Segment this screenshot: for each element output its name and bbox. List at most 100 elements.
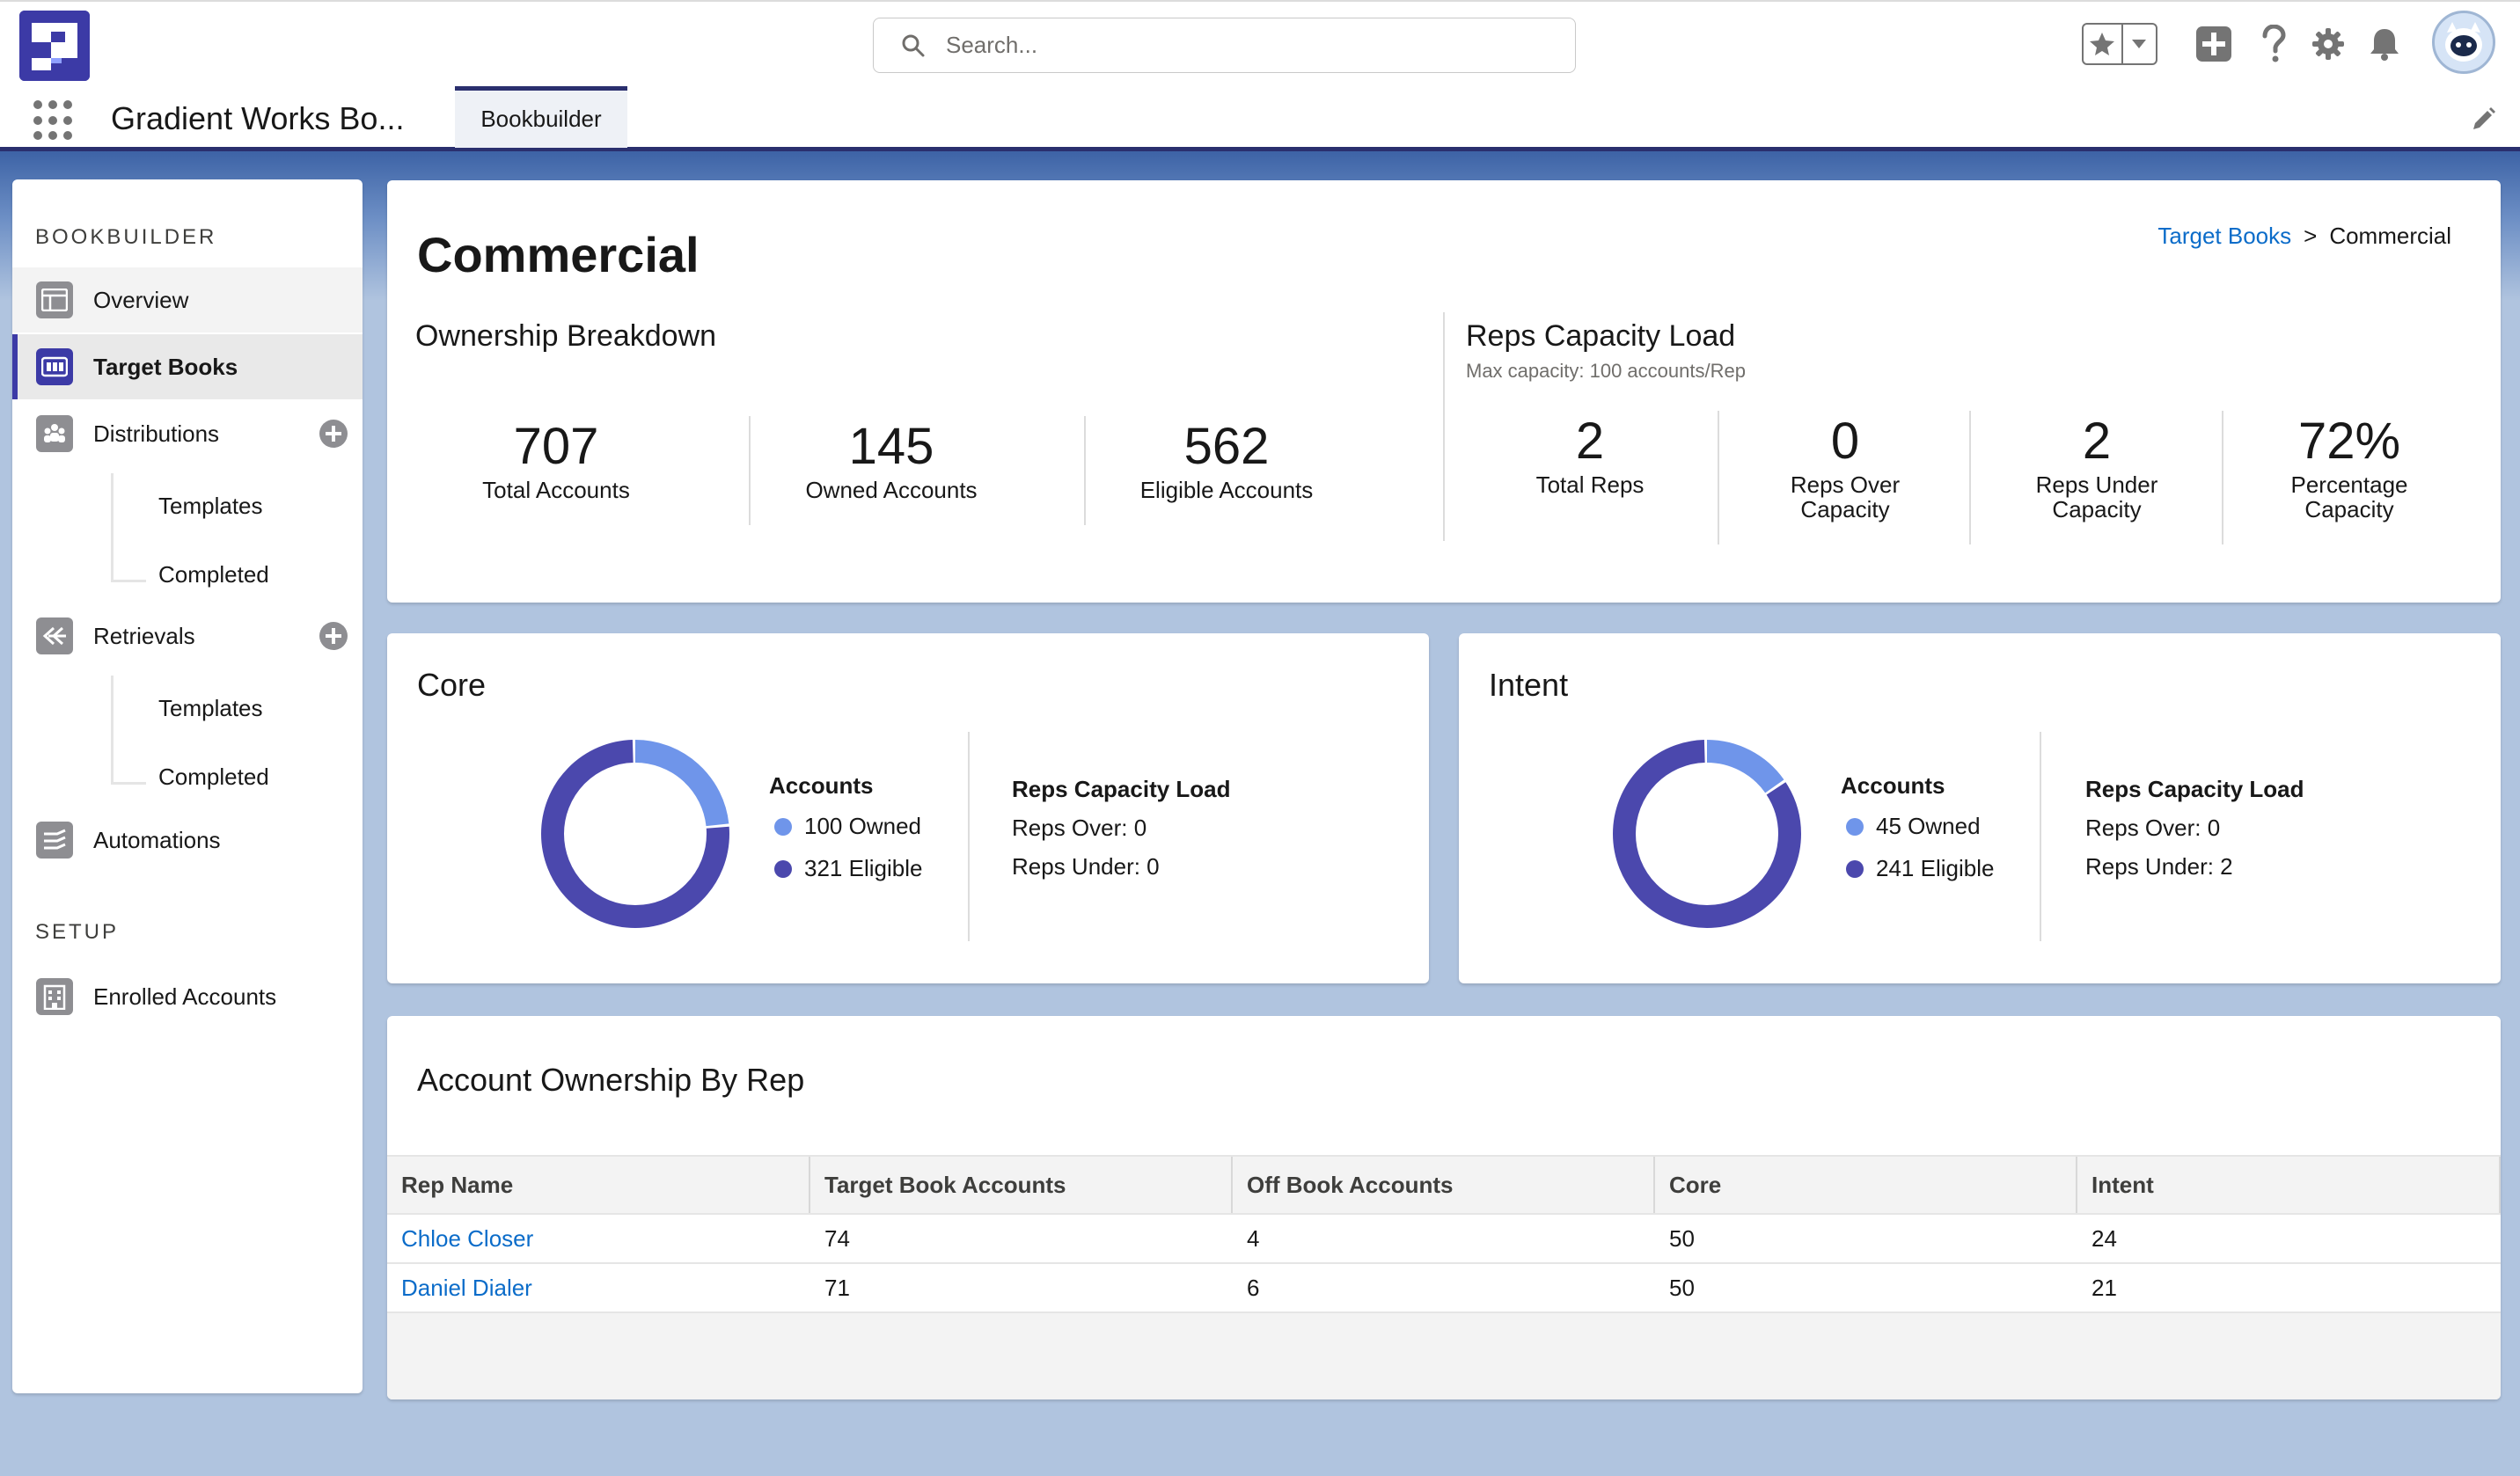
divider (1969, 411, 1971, 544)
table-footer (387, 1313, 2501, 1399)
rep-link[interactable]: Chloe Closer (401, 1225, 533, 1253)
plus-icon (2196, 26, 2231, 62)
user-avatar[interactable] (2432, 11, 2495, 74)
stat-value: 145 (848, 418, 934, 475)
sidebar-item-distributions[interactable]: Distributions (12, 401, 363, 466)
favorites-list-button[interactable] (2121, 25, 2156, 63)
tab-bookbuilder[interactable]: Bookbuilder (455, 86, 627, 148)
intent-donut-chart (1613, 740, 1801, 928)
rep-name-cell: Chloe Closer (387, 1215, 810, 1262)
stat-label: Reps Over (1790, 471, 1901, 498)
stat-label: Total Reps (1535, 471, 1645, 498)
breadcrumb-separator: > (2304, 223, 2318, 249)
core-reps-over: Reps Over: 0 (1012, 815, 1147, 841)
stat-total-accounts: 707 Total Accounts (417, 416, 695, 502)
legend-label: 45 Owned (1876, 813, 1981, 839)
sidebar-item-target-books[interactable]: Target Books (12, 334, 363, 399)
stat-label-line2: Capacity (2304, 496, 2394, 522)
ownership-table-card: Account Ownership By Rep Rep Name Target… (387, 1016, 2501, 1399)
table-cell: 50 (1669, 1274, 1695, 1301)
add-distribution-icon[interactable] (319, 419, 348, 449)
global-search[interactable] (873, 18, 1576, 73)
sidebar-item-label: Enrolled Accounts (93, 983, 277, 1010)
intent-legend-eligible: 241 Eligible (1846, 855, 1994, 882)
sidebar-item-label: Target Books (93, 353, 238, 380)
legend-dot-eligible (774, 859, 792, 878)
intent-legend-owned: 45 Owned (1846, 813, 1981, 840)
summary-card: Commercial Target Books > Commercial Owner… (387, 180, 2501, 603)
divider (968, 732, 970, 941)
add-retrieval-icon[interactable] (319, 621, 348, 651)
pencil-icon[interactable] (2469, 106, 2497, 134)
breadcrumb-target-books-link[interactable]: Target Books (2157, 223, 2291, 249)
star-icon (2090, 33, 2115, 55)
favorites-button[interactable] (2084, 25, 2121, 63)
divider (1084, 416, 1086, 525)
column-header-intent[interactable]: Intent (2077, 1157, 2501, 1213)
chevron-down-icon (2132, 40, 2147, 48)
sidebar-item-enrolled-accounts[interactable]: Enrolled Accounts (12, 964, 363, 1029)
sidebar-item-overview[interactable]: Overview (12, 267, 363, 332)
astro-avatar-icon (2435, 13, 2493, 71)
setup-button[interactable] (2307, 21, 2349, 67)
stat-reps-over-capacity: 0 Reps Over Capacity (1721, 411, 1969, 522)
app-name: Gradient Works Bo... (111, 100, 405, 136)
stat-value: 562 (1183, 418, 1270, 475)
sidebar-item-label: Overview (93, 286, 189, 313)
stat-label: Total Accounts (482, 477, 630, 503)
legend-dot-owned (1846, 817, 1864, 836)
table-cell: 50 (1669, 1224, 1695, 1252)
breadcrumb-current: Commercial (2329, 223, 2451, 249)
waffle-icon[interactable] (33, 100, 74, 141)
global-actions-button[interactable] (2193, 21, 2235, 67)
table-cell: 21 (2091, 1274, 2117, 1301)
stat-owned-accounts: 145 Owned Accounts (752, 416, 1030, 502)
automation-icon (36, 822, 73, 859)
column-header-target-book-accounts[interactable]: Target Book Accounts (810, 1157, 1233, 1213)
search-input[interactable] (944, 31, 1516, 60)
column-header-off-book-accounts[interactable]: Off Book Accounts (1233, 1157, 1655, 1213)
sidebar-item-label: Automations (93, 826, 221, 853)
core-capacity-label: Reps Capacity Load (1012, 776, 1231, 802)
sidebar-subitem-retrieval-templates[interactable]: Templates (158, 695, 263, 722)
intent-reps-over: Reps Over: 0 (2085, 815, 2221, 841)
layout-icon (36, 281, 73, 318)
stat-value: 72% (2297, 413, 2401, 470)
page-title: Commercial (417, 227, 700, 282)
stat-label: Owned Accounts (805, 477, 978, 503)
bell-icon (2370, 29, 2399, 61)
legend-label: 100 Owned (804, 813, 921, 839)
tree-connector (111, 734, 146, 785)
legend-label: 241 Eligible (1876, 855, 1995, 881)
sidebar-section-setup: SETUP (35, 920, 120, 944)
section-divider (1443, 312, 1445, 541)
sidebar-item-label: Distributions (93, 420, 220, 447)
gradient-works-logo[interactable] (19, 11, 90, 81)
divider (2040, 732, 2041, 941)
rep-link[interactable]: Daniel Dialer (401, 1275, 532, 1302)
notifications-button[interactable] (2363, 21, 2406, 67)
sidebar-item-automations[interactable]: Automations (12, 807, 363, 873)
stat-value: 2 (2082, 413, 2112, 470)
legend-dot-eligible (1846, 859, 1864, 878)
global-header (0, 0, 2520, 86)
column-header-rep-name[interactable]: Rep Name (387, 1157, 810, 1213)
sidebar-item-retrievals[interactable]: Retrievals (12, 603, 363, 669)
stat-eligible-accounts: 562 Eligible Accounts (1088, 416, 1366, 502)
building-icon (36, 978, 73, 1015)
breadcrumb: Target Books > Commercial (2157, 223, 2451, 250)
table-header: Rep Name Target Book Accounts Off Book A… (387, 1155, 2501, 1215)
intent-accounts-label: Accounts (1841, 772, 1945, 799)
column-header-core[interactable]: Core (1655, 1157, 2077, 1213)
tree-connector (111, 676, 146, 734)
help-button[interactable] (2253, 21, 2295, 67)
sidebar-subitem-distribution-completed[interactable]: Completed (158, 561, 269, 588)
table-row: Chloe Closer 74 4 50 24 (387, 1215, 2501, 1264)
table-cell: 24 (2091, 1224, 2117, 1252)
sidebar-subitem-retrieval-completed[interactable]: Completed (158, 764, 269, 791)
sidebar-subitem-distribution-templates[interactable]: Templates (158, 493, 263, 520)
intent-card: Intent Accounts 45 Owned 241 Eligible Re… (1459, 633, 2501, 983)
table-cell: 74 (824, 1224, 850, 1252)
app-nav-bar: Gradient Works Bo... Bookbuilder (0, 86, 2520, 151)
gear-icon (2312, 28, 2344, 60)
